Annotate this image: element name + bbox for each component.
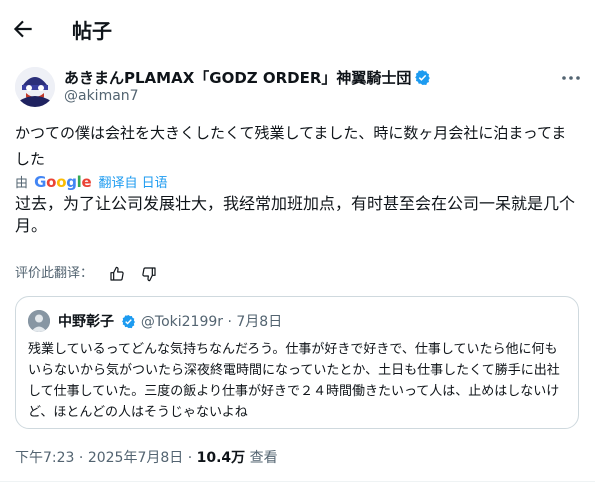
back-arrow-icon[interactable] — [10, 16, 36, 42]
post-date[interactable]: 2025年7月8日 — [88, 450, 183, 466]
verified-badge-icon — [415, 70, 431, 85]
quote-separator: · — [227, 314, 232, 330]
rate-translation: 评价此翻译： — [15, 262, 157, 282]
meta-separator: · — [187, 450, 193, 466]
post-time[interactable]: 下午7:23 — [15, 450, 74, 466]
top-bar: 帖子 — [0, 0, 595, 56]
google-logo: Google — [34, 173, 92, 191]
more-dots-icon[interactable] — [560, 70, 582, 86]
meta-separator: · — [78, 450, 84, 466]
display-name[interactable]: あきまんPLAMAX「GODZ ORDER」神翼騎士団 — [64, 67, 431, 88]
translated-by-prefix: 由 — [15, 176, 29, 191]
thumbs-up-icon[interactable] — [109, 266, 125, 282]
rate-translation-label: 评价此翻译： — [15, 266, 94, 281]
views-label: 查看 — [249, 450, 278, 466]
post-text: かつての僕は会社を大きくしたくて残業してました、時に数ヶ月会社に泊まってました — [15, 124, 567, 168]
quote-text: 残業しているってどんな気持ちなんだろう。仕事が好きで好きで、仕事していたら他に何… — [28, 342, 560, 420]
translated-from-link[interactable]: 翻译自 日语 — [99, 176, 168, 191]
verified-badge-icon — [122, 314, 136, 329]
quote-handle[interactable]: @Toki2199r — [141, 314, 223, 330]
quote-avatar-image-icon — [28, 310, 50, 332]
quote-date[interactable]: 7月8日 — [236, 314, 282, 330]
user-handle[interactable]: @akiman7 — [64, 88, 139, 104]
avatar[interactable] — [15, 67, 55, 107]
quote-header: 中野彰子 @Toki2199r · 7月8日 — [58, 311, 282, 331]
display-name-text[interactable]: あきまんPLAMAX「GODZ ORDER」神翼騎士団 — [64, 69, 411, 87]
page-title: 帖子 — [72, 19, 112, 43]
quoted-post[interactable]: 中野彰子 @Toki2199r · 7月8日 残業しているってどんな気持ちなんだ… — [15, 296, 579, 429]
thumbs-down-icon[interactable] — [141, 266, 157, 282]
post-meta: 下午7:23 · 2025年7月8日 · 10.4万 查看 — [15, 447, 278, 467]
quote-avatar[interactable] — [28, 310, 50, 332]
translation-attribution: 由 Google 翻译自 日语 — [15, 172, 168, 191]
quote-display-name[interactable]: 中野彰子 — [58, 314, 114, 330]
avatar-image-icon — [15, 67, 55, 107]
translated-text: 过去，为了让公司发展壮大，我经常加班加点，有时甚至会在公司一呆就是几个月。 — [15, 194, 576, 235]
view-count: 10.4万 — [196, 450, 246, 466]
